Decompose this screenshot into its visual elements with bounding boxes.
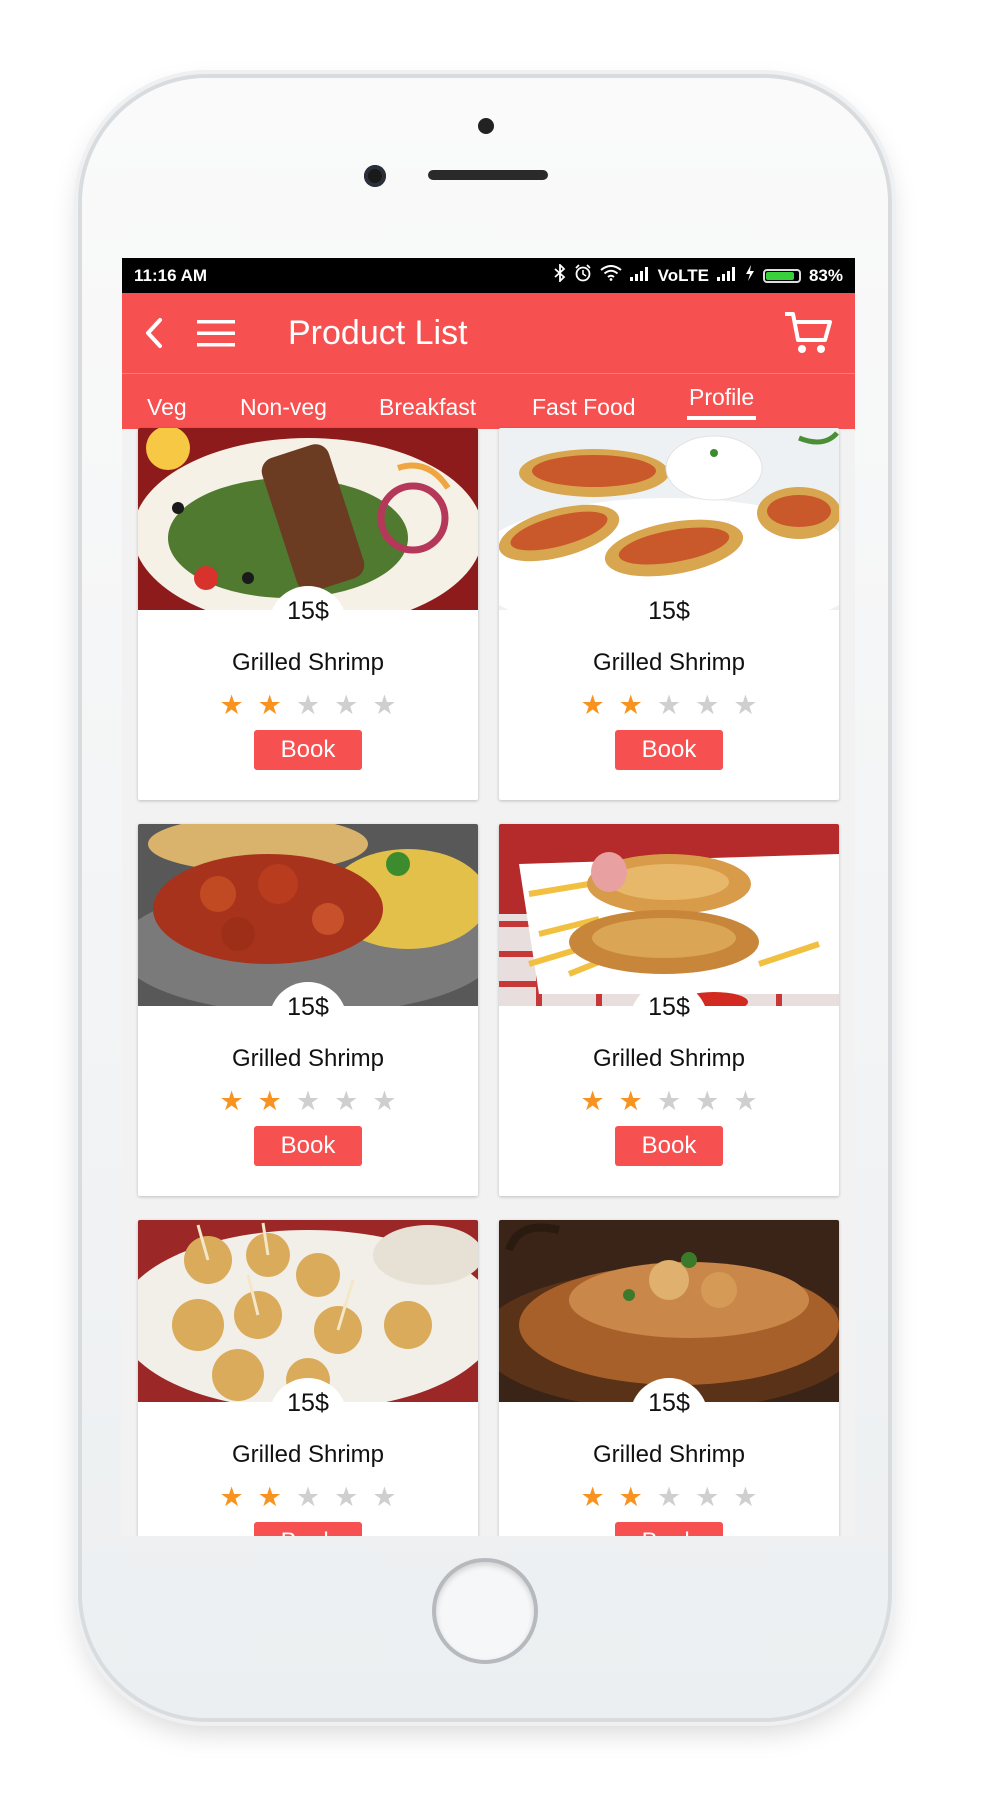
tab-breakfast[interactable]: Breakfast — [379, 394, 476, 421]
earpiece-speaker — [428, 170, 548, 180]
star-filled-icon: ★ — [219, 690, 258, 720]
star-empty-icon: ★ — [372, 690, 411, 720]
star-empty-icon: ★ — [334, 1086, 373, 1116]
rating-stars: ★★★★★ — [138, 1086, 478, 1117]
book-button[interactable]: Book — [254, 1522, 362, 1536]
star-filled-icon: ★ — [219, 1086, 258, 1116]
charging-icon — [745, 265, 755, 286]
star-empty-icon: ★ — [656, 690, 696, 720]
rating-stars: ★★★★★ — [138, 690, 478, 721]
active-tab-indicator — [687, 416, 757, 420]
star-filled-icon: ★ — [257, 1482, 296, 1512]
product-image — [499, 428, 839, 610]
tab-profile[interactable]: Profile — [687, 384, 757, 420]
product-image — [138, 428, 478, 610]
star-filled-icon: ★ — [580, 1482, 619, 1512]
wifi-icon — [600, 265, 622, 286]
signal-icon-2 — [716, 266, 737, 286]
front-camera — [364, 165, 386, 187]
cart-button[interactable] — [781, 307, 835, 359]
star-empty-icon: ★ — [372, 1482, 411, 1512]
star-empty-icon: ★ — [695, 1482, 734, 1512]
product-name: Grilled Shrimp — [592, 1441, 746, 1468]
product-name: Grilled Shrimp — [231, 1441, 385, 1468]
product-card[interactable]: 15$ Grilled Shrimp ★★★★★ Book — [499, 824, 839, 1196]
star-empty-icon: ★ — [295, 690, 335, 720]
star-filled-icon: ★ — [219, 1482, 258, 1512]
rating-stars: ★★★★★ — [138, 1482, 478, 1513]
tab-non-veg[interactable]: Non-veg — [240, 394, 327, 421]
star-empty-icon: ★ — [295, 1086, 335, 1116]
star-filled-icon: ★ — [580, 1086, 619, 1116]
star-filled-icon: ★ — [618, 1086, 657, 1116]
book-button[interactable]: Book — [254, 1126, 362, 1166]
book-button[interactable]: Book — [615, 1126, 723, 1166]
book-button[interactable]: Book — [615, 1522, 723, 1536]
status-icons: VoLTE 83% — [554, 262, 843, 287]
star-empty-icon: ★ — [733, 1482, 772, 1512]
product-image — [138, 1220, 478, 1402]
star-empty-icon: ★ — [733, 1086, 772, 1116]
star-empty-icon: ★ — [372, 1086, 411, 1116]
star-empty-icon: ★ — [695, 690, 734, 720]
star-empty-icon: ★ — [656, 1086, 696, 1116]
book-button[interactable]: Book — [254, 730, 362, 770]
star-empty-icon: ★ — [334, 1482, 373, 1512]
battery-percent: 83% — [808, 265, 843, 285]
book-button[interactable]: Book — [615, 730, 723, 770]
product-image — [499, 824, 839, 1006]
battery-level-fill — [765, 271, 795, 280]
star-filled-icon: ★ — [580, 690, 619, 720]
back-button[interactable] — [130, 309, 178, 357]
battery-icon — [762, 268, 801, 283]
rating-stars: ★★★★★ — [499, 1482, 839, 1513]
star-empty-icon: ★ — [656, 1482, 696, 1512]
star-empty-icon: ★ — [733, 690, 772, 720]
chevron-left-icon — [146, 318, 162, 348]
product-card[interactable]: 15$ Grilled Shrimp ★★★★★ Book — [499, 428, 839, 800]
star-empty-icon: ★ — [334, 690, 373, 720]
signal-icon — [629, 266, 650, 286]
hamburger-menu-icon — [197, 320, 235, 347]
status-time: 11:16 AM — [134, 265, 208, 285]
category-tabs: Veg Non-veg Breakfast Fast Food Profile — [122, 373, 855, 429]
star-empty-icon: ★ — [295, 1482, 335, 1512]
product-card[interactable]: 15$ Grilled Shrimp ★★★★★ Book — [138, 824, 478, 1196]
network-type-label: VoLTE — [657, 265, 709, 285]
product-name: Grilled Shrimp — [592, 1045, 746, 1072]
star-filled-icon: ★ — [618, 690, 657, 720]
shopping-cart-icon — [785, 312, 832, 353]
product-name: Grilled Shrimp — [231, 649, 385, 676]
star-empty-icon: ★ — [695, 1086, 734, 1116]
product-image — [138, 824, 478, 1006]
star-filled-icon: ★ — [257, 690, 296, 720]
product-name: Grilled Shrimp — [592, 649, 746, 676]
tab-fast-food[interactable]: Fast Food — [532, 394, 636, 421]
app-bar: Product List — [122, 293, 855, 373]
product-name: Grilled Shrimp — [231, 1045, 385, 1072]
status-bar: 11:16 AM VoLTE 83% — [122, 258, 855, 293]
tab-profile-label: Profile — [689, 384, 755, 410]
product-card[interactable]: 15$ Grilled Shrimp ★★★★★ Book — [499, 1220, 839, 1536]
product-card[interactable]: 15$ Grilled Shrimp ★★★★★ Book — [138, 428, 478, 800]
star-filled-icon: ★ — [618, 1482, 657, 1512]
app-screen: 11:16 AM VoLTE 83% Product List Veg Non-… — [122, 258, 855, 1536]
alarm-icon — [574, 264, 592, 287]
product-card[interactable]: 15$ Grilled Shrimp ★★★★★ Book — [138, 1220, 478, 1536]
menu-button[interactable] — [192, 309, 240, 357]
star-filled-icon: ★ — [257, 1086, 296, 1116]
rating-stars: ★★★★★ — [499, 1086, 839, 1117]
bluetooth-icon — [554, 262, 566, 287]
proximity-sensor — [478, 118, 494, 134]
rating-stars: ★★★★★ — [499, 690, 839, 721]
tab-veg[interactable]: Veg — [147, 394, 187, 421]
page-title: Product List — [288, 313, 468, 352]
product-image — [499, 1220, 839, 1402]
home-button — [432, 1558, 538, 1664]
